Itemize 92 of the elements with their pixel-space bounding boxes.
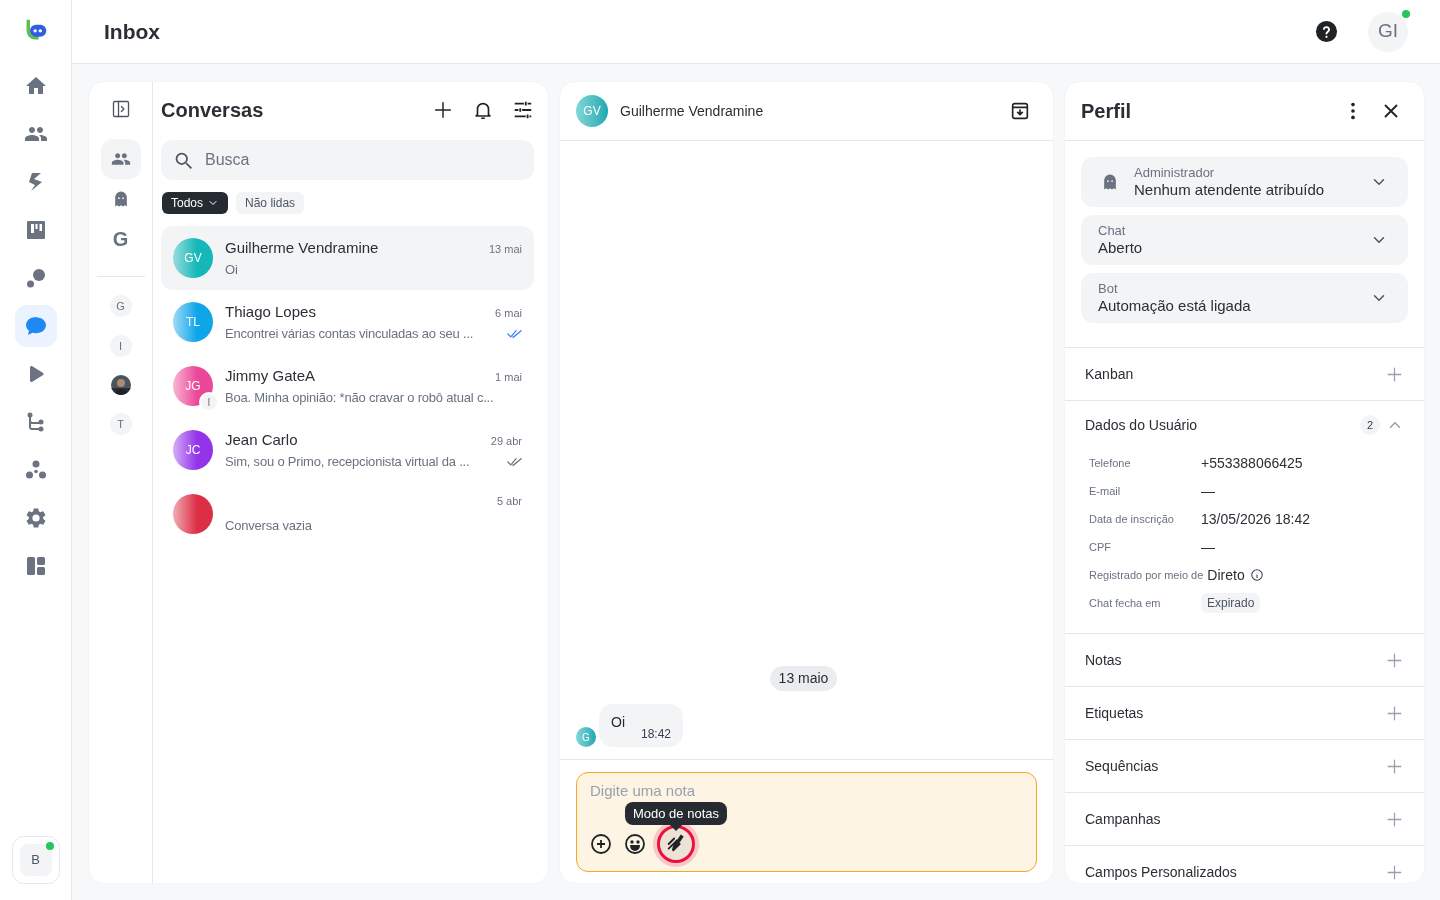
section-title: Kanban <box>1085 364 1134 384</box>
conversation-date: 29 abr <box>490 433 522 449</box>
section-header[interactable]: Campanhas <box>1085 793 1404 845</box>
inbox-filter[interactable] <box>100 139 141 179</box>
sender-avatar: G <box>576 727 596 747</box>
contact-avatar: GV <box>173 238 213 278</box>
field-label: Chat fecha em <box>1089 595 1162 611</box>
add-circle-icon[interactable] <box>589 832 613 856</box>
message-preview: Oi <box>225 260 238 279</box>
agent-avatar[interactable]: T <box>109 413 132 435</box>
assignment-dropdown[interactable]: Bot Automação está ligada <box>1081 273 1408 323</box>
conversation-item[interactable]: JC Jean Carlo 29 abr Sim, sou o Primo, recepcionista virtual da ... <box>161 418 534 482</box>
emoji-icon[interactable] <box>623 832 647 856</box>
info-icon[interactable] <box>1249 568 1264 582</box>
archive-icon[interactable] <box>1009 100 1031 122</box>
note-mode-button[interactable] <box>657 825 695 863</box>
contact-avatar: GV <box>576 95 608 127</box>
contact-avatar: JC <box>173 430 213 470</box>
field-value: — <box>1201 537 1215 557</box>
conversation-date: 5 abr <box>496 493 522 509</box>
user-button[interactable]: B <box>11 836 60 884</box>
field-label: E-mail <box>1089 483 1122 499</box>
section-title: Sequências <box>1085 756 1159 776</box>
message-time: 18:42 <box>641 726 672 743</box>
message-preview: Encontrei várias contas vinculadas ao seu ... <box>225 324 474 343</box>
field-label: CPF <box>1089 539 1112 555</box>
agent-badge: I <box>199 392 219 412</box>
contact-name: Guilherme Vendramine <box>225 237 379 258</box>
tooltip-arrow <box>670 825 682 831</box>
contact-name: Jean Carlo <box>225 429 298 450</box>
conversation-date: 6 mai <box>495 305 522 321</box>
dropdown-value: Automação está ligada <box>1098 296 1251 316</box>
note-field[interactable]: Digite uma nota <box>589 780 1024 803</box>
agent-avatar[interactable]: I <box>109 335 132 357</box>
section-header[interactable]: Kanban <box>1085 348 1404 400</box>
contact-name: Thiago Lopes <box>225 301 316 322</box>
field-value: 13/05/2026 18:42 <box>1201 509 1310 529</box>
conversation-item[interactable]: GV Guilherme Vendramine 13 mai Oi <box>161 226 534 290</box>
field-value: +553388066425 <box>1201 453 1303 473</box>
field-label: Telefone <box>1089 455 1132 471</box>
chat-bubble-icon <box>23 314 48 338</box>
field-label: Data de inscrição <box>1089 511 1175 527</box>
page-title: Inbox <box>104 18 160 45</box>
dropdown-label: Chat <box>1098 222 1127 239</box>
section-header[interactable]: Notas <box>1085 634 1404 686</box>
search-icon <box>173 150 194 171</box>
status-chip: Expirado <box>1201 593 1261 613</box>
section-title: Etiquetas <box>1085 703 1144 723</box>
count-badge: 2 <box>1360 415 1380 435</box>
message-preview: Conversa vazia <box>225 516 312 535</box>
dropdown-value: Aberto <box>1098 238 1143 258</box>
dropdown-value: Nenhum atendente atribuído <box>1134 180 1325 200</box>
inbox-filter[interactable]: G <box>100 219 141 259</box>
nav-item[interactable] <box>14 305 57 347</box>
search-field[interactable]: Busca <box>161 140 534 180</box>
section-header[interactable]: Campos Personalizados <box>1085 846 1404 883</box>
conversation-item[interactable]: 5 abr Conversa vazia <box>161 482 534 546</box>
contact-name: Jimmy GateA <box>225 365 315 386</box>
user-initial: B <box>19 844 52 876</box>
section-title: Dados do Usuário <box>1085 415 1198 435</box>
section-header[interactable]: Sequências <box>1085 740 1404 792</box>
dropdown-label: Administrador <box>1134 164 1216 181</box>
agent-avatar[interactable]: G <box>109 295 132 317</box>
conversation-item[interactable]: JG I Jimmy GateA 1 mai Boa. Minha opinião: *não cravar o robô atual c... <box>161 354 534 418</box>
section-title: Notas <box>1085 650 1122 670</box>
assignment-dropdown[interactable]: Administrador Nenhum atendente atribuído <box>1081 157 1408 207</box>
section-title: Campos Personalizados <box>1085 862 1237 882</box>
conversation-date: 13 mai <box>488 241 522 257</box>
filter-chip[interactable]: Todos <box>162 192 229 214</box>
field-value: Direto <box>1207 565 1245 585</box>
filter-chip[interactable]: Não lidas <box>236 192 305 214</box>
plus-icon[interactable] <box>432 99 454 121</box>
contact-avatar: TL <box>173 302 213 342</box>
dropdown-label: Bot <box>1098 280 1119 297</box>
section-title: Campanhas <box>1085 809 1161 829</box>
sidebar-toggle-icon[interactable] <box>110 99 131 119</box>
field-value: — <box>1201 481 1215 501</box>
section-header[interactable]: Etiquetas <box>1085 687 1404 739</box>
panel-title: Conversas <box>161 98 264 123</box>
help-icon[interactable] <box>1315 20 1338 43</box>
conversation-date: 1 mai <box>495 369 522 385</box>
conversation-item[interactable]: TL Thiago Lopes 6 mai Encontrei várias contas vinculadas ao seu ... <box>161 290 534 354</box>
message-preview: Boa. Minha opinião: *não cravar o robô atual c... <box>225 388 494 407</box>
filter-sliders-icon[interactable] <box>512 99 534 121</box>
user-avatar[interactable]: GI <box>1368 11 1408 52</box>
panel-title: Perfil <box>1081 99 1132 124</box>
field-label: Registrado por meio de <box>1089 567 1204 583</box>
assignment-dropdown[interactable]: Chat Aberto <box>1081 215 1408 265</box>
section-header[interactable]: Dados do Usuário 2 <box>1085 401 1404 449</box>
message-preview: Sim, sou o Primo, recepcionista virtual da ... <box>225 452 470 471</box>
contact-name: Guilherme Vendramine <box>620 101 764 121</box>
message-text: Oi <box>611 713 625 732</box>
